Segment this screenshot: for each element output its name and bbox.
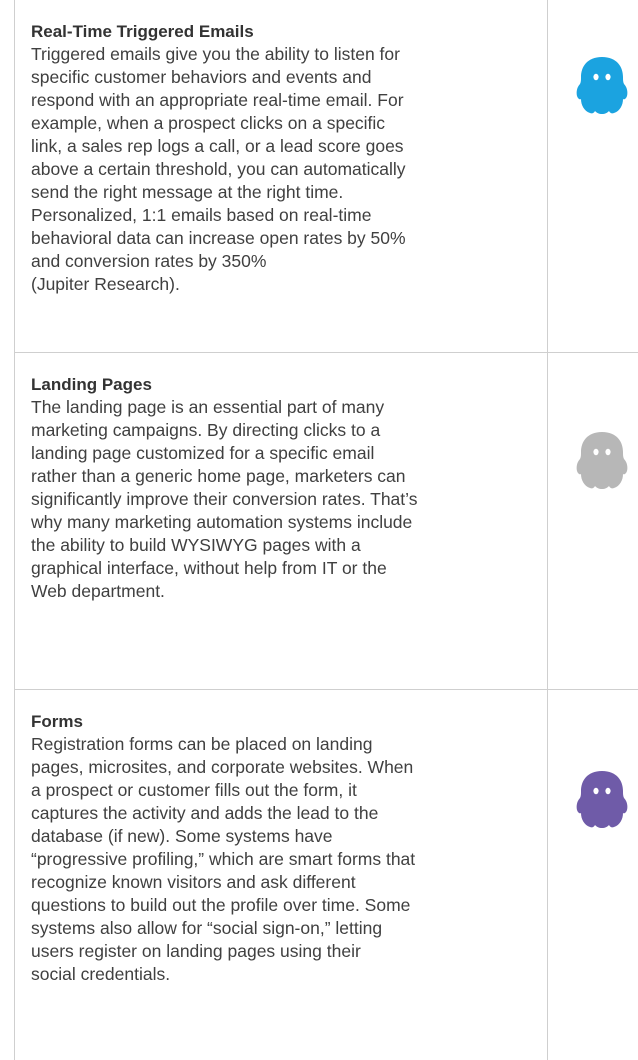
description-line: why many marketing automation systems in… <box>31 512 413 532</box>
description-line: and conversion rates by 350% <box>31 251 267 271</box>
description-line: database (if new). Some systems have <box>31 826 333 846</box>
description-line: social credentials. <box>31 964 171 984</box>
description-line: send the right message at the right time… <box>31 182 344 202</box>
description-line: Triggered emails give you the ability to… <box>31 44 400 64</box>
feature-row-triggered-emails: Real-Time Triggered Emails Triggered ema… <box>15 0 638 353</box>
description-line: captures the activity and adds the lead … <box>31 803 379 823</box>
description-line: marketing campaigns. By directing clicks… <box>31 420 381 440</box>
feature-description: The landing page is an essential part of… <box>31 396 551 603</box>
description-line: respond with an appropriate real-time em… <box>31 90 404 110</box>
description-line: The landing page is an essential part of… <box>31 397 385 417</box>
description-line: the ability to build WYSIWYG pages with … <box>31 535 361 555</box>
description-line: specific customer behaviors and events a… <box>31 67 372 87</box>
description-line: landing page customized for a specific e… <box>31 443 375 463</box>
description-line: link, a sales rep logs a call, or a lead… <box>31 136 404 156</box>
feature-title: Real-Time Triggered Emails <box>31 22 254 41</box>
purple-mascot-icon <box>576 769 628 829</box>
blue-mascot-icon <box>576 55 628 115</box>
description-line: Personalized, 1:1 emails based on real-t… <box>31 205 372 225</box>
description-line: rather than a generic home page, markete… <box>31 466 406 486</box>
description-line: questions to build out the profile over … <box>31 895 411 915</box>
description-line: “progressive profiling,” which are smart… <box>31 849 416 869</box>
description-line: recognize known visitors and ask differe… <box>31 872 356 892</box>
feature-icon-cell <box>548 0 638 352</box>
feature-icon-cell <box>548 353 638 689</box>
description-line: users register on landing pages using th… <box>31 941 361 961</box>
feature-description-cell: Forms Registration forms can be placed o… <box>15 690 548 1060</box>
feature-row-forms: Forms Registration forms can be placed o… <box>15 690 638 1060</box>
description-line: Registration forms can be placed on land… <box>31 734 373 754</box>
description-line: systems also allow for “social sign-on,”… <box>31 918 383 938</box>
feature-description: Triggered emails give you the ability to… <box>31 43 551 296</box>
description-line: (Jupiter Research). <box>31 274 180 294</box>
description-line: a prospect or customer fills out the for… <box>31 780 357 800</box>
description-line: significantly improve their conversion r… <box>31 489 418 509</box>
description-line: example, when a prospect clicks on a spe… <box>31 113 386 133</box>
feature-description-cell: Landing Pages The landing page is an ess… <box>15 353 548 689</box>
gray-mascot-icon <box>576 430 628 490</box>
feature-table: Real-Time Triggered Emails Triggered ema… <box>14 0 638 1060</box>
feature-icon-cell <box>548 690 638 1060</box>
feature-title: Forms <box>31 712 83 731</box>
description-line: Web department. <box>31 581 165 601</box>
description-line: above a certain threshold, you can autom… <box>31 159 406 179</box>
description-line: behavioral data can increase open rates … <box>31 228 406 248</box>
feature-description-cell: Real-Time Triggered Emails Triggered ema… <box>15 0 548 352</box>
feature-description: Registration forms can be placed on land… <box>31 733 551 986</box>
description-line: graphical interface, without help from I… <box>31 558 387 578</box>
description-line: pages, microsites, and corporate website… <box>31 757 414 777</box>
feature-row-landing-pages: Landing Pages The landing page is an ess… <box>15 353 638 690</box>
feature-title: Landing Pages <box>31 375 152 394</box>
